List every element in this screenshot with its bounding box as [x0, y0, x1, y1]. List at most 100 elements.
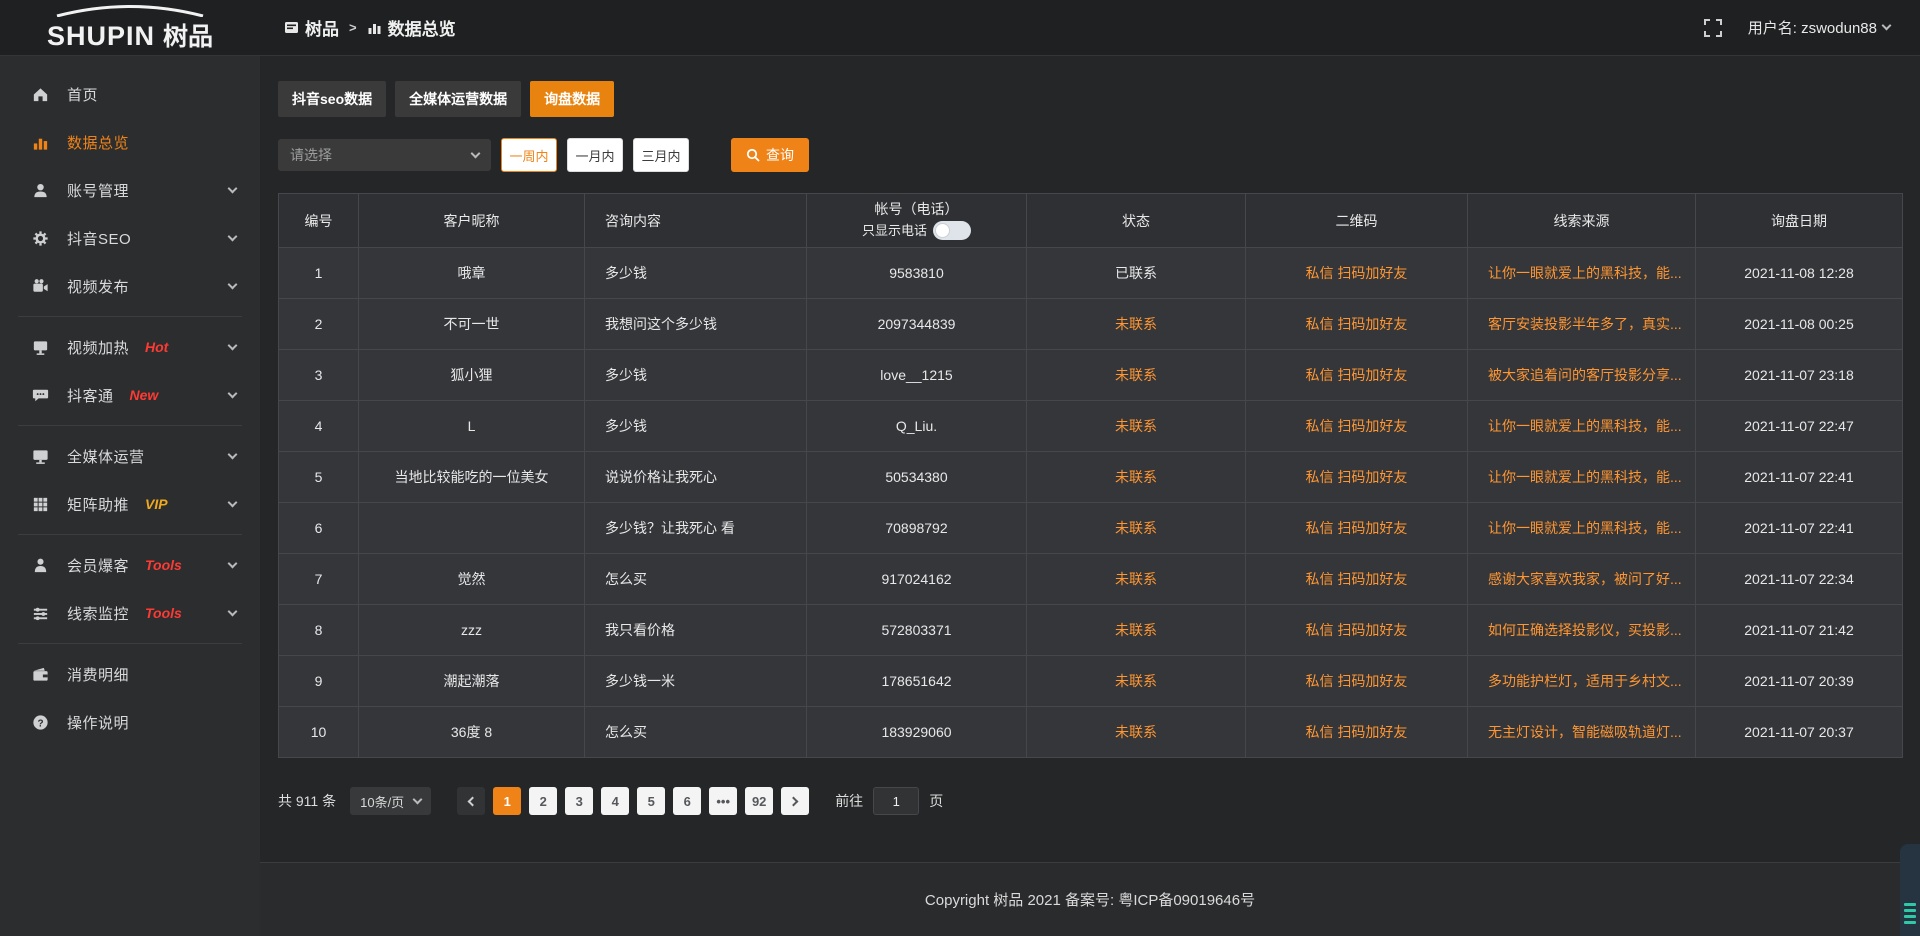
cell-account: 2097344839 [807, 299, 1027, 350]
sidebar-item-数据总览[interactable]: 数据总览 [0, 118, 260, 166]
sidebar-item-矩阵助推[interactable]: 矩阵助推VIP [0, 480, 260, 528]
sidebar-item-操作说明[interactable]: ?操作说明 [0, 698, 260, 746]
logo-text-cn: 树品 [163, 17, 213, 53]
cell-account: 178651642 [807, 656, 1027, 707]
cell-nickname: L [359, 401, 585, 452]
page-button-2[interactable]: 2 [529, 787, 557, 815]
chevron-down-icon [228, 340, 238, 350]
sidebar-item-全媒体运营[interactable]: 全媒体运营 [0, 432, 260, 480]
cell-qrcode[interactable]: 私信 扫码加好友 [1246, 299, 1468, 350]
sidebar-item-账号管理[interactable]: 账号管理 [0, 166, 260, 214]
period-button-三月内[interactable]: 三月内 [633, 138, 689, 172]
column-header-线索来源: 线索来源 [1468, 194, 1696, 248]
footer: Copyright 树品 2021 备案号: 粤ICP备09019646号 [260, 862, 1920, 936]
table-row: 3狐小狸多少钱love__1215未联系私信 扫码加好友被大家追着问的客厅投影分… [279, 350, 1903, 401]
chevron-down-icon [228, 558, 238, 568]
cell-id: 1 [279, 248, 359, 299]
cell-qrcode[interactable]: 私信 扫码加好友 [1246, 605, 1468, 656]
breadcrumb-label: 数据总览 [388, 15, 456, 40]
bar-chart-icon [30, 133, 50, 152]
chat-icon [30, 386, 50, 405]
person-icon [30, 556, 50, 575]
period-button-一月内[interactable]: 一月内 [567, 138, 623, 172]
page-button-6[interactable]: 6 [673, 787, 701, 815]
customer-service-widget[interactable] [1900, 844, 1920, 936]
breadcrumb-item-current[interactable]: 数据总览 [367, 15, 456, 40]
sidebar-item-label: 会员爆客 [67, 555, 129, 576]
user-icon [30, 181, 50, 200]
cell-qrcode[interactable]: 私信 扫码加好友 [1246, 248, 1468, 299]
page-button-4[interactable]: 4 [601, 787, 629, 815]
sidebar-item-会员爆客[interactable]: 会员爆客Tools [0, 541, 260, 589]
column-header-帐号（电话）: 帐号（电话）只显示电话 [807, 194, 1027, 248]
cell-content: 我想问这个多少钱 [585, 299, 807, 350]
page-button-1[interactable]: 1 [493, 787, 521, 815]
chevron-down-icon [228, 497, 238, 507]
cell-id: 3 [279, 350, 359, 401]
sidebar-item-线索监控[interactable]: 线索监控Tools [0, 589, 260, 637]
help-icon: ? [30, 713, 50, 732]
more-pages-button[interactable]: ••• [709, 787, 737, 815]
cell-source[interactable]: 如何正确选择投影仪，买投影... [1468, 605, 1696, 656]
bar-chart-icon [367, 20, 382, 35]
next-page-button[interactable] [781, 787, 809, 815]
main-area: 抖音seo数据全媒体运营数据询盘数据 请选择 一周内一月内三月内 查询 [260, 56, 1920, 936]
tab-抖音seo数据[interactable]: 抖音seo数据 [278, 81, 386, 117]
cell-content: 多少钱 [585, 350, 807, 401]
cell-qrcode[interactable]: 私信 扫码加好友 [1246, 350, 1468, 401]
period-button-一周内[interactable]: 一周内 [501, 138, 557, 172]
column-header-咨询内容: 咨询内容 [585, 194, 807, 248]
cell-qrcode[interactable]: 私信 扫码加好友 [1246, 707, 1468, 758]
prev-page-button[interactable] [457, 787, 485, 815]
cell-qrcode[interactable]: 私信 扫码加好友 [1246, 554, 1468, 605]
page-button-3[interactable]: 3 [565, 787, 593, 815]
table-row: 5当地比较能吃的一位美女说说价格让我死心50534380未联系私信 扫码加好友让… [279, 452, 1903, 503]
cell-source[interactable]: 让你一眼就爱上的黑科技，能... [1468, 452, 1696, 503]
cell-source[interactable]: 无主灯设计，智能磁吸轨道灯... [1468, 707, 1696, 758]
cell-qrcode[interactable]: 私信 扫码加好友 [1246, 503, 1468, 554]
tab-全媒体运营数据[interactable]: 全媒体运营数据 [395, 81, 521, 117]
sidebar-item-抖音SEO[interactable]: 抖音SEO [0, 214, 260, 262]
page-size-select[interactable]: 10条/页 [350, 787, 431, 815]
phone-only-toggle[interactable] [933, 221, 971, 240]
sidebar-item-抖客通[interactable]: 抖客通New [0, 371, 260, 419]
cell-date: 2021-11-07 22:41 [1696, 503, 1903, 554]
breadcrumb: 树品 > 数据总览 [284, 15, 456, 40]
cell-source[interactable]: 让你一眼就爱上的黑科技，能... [1468, 503, 1696, 554]
user-menu[interactable]: 用户名: zswodun88 [1748, 17, 1890, 38]
sidebar-item-视频加热[interactable]: 视频加热Hot [0, 323, 260, 371]
sidebar-item-首页[interactable]: 首页 [0, 70, 260, 118]
pagination-total: 共 911 条 [278, 791, 336, 811]
cell-qrcode[interactable]: 私信 扫码加好友 [1246, 452, 1468, 503]
cell-source[interactable]: 被大家追着问的客厅投影分享... [1468, 350, 1696, 401]
cell-source[interactable]: 多功能护栏灯，适用于乡村文... [1468, 656, 1696, 707]
cell-source[interactable]: 让你一眼就爱上的黑科技，能... [1468, 401, 1696, 452]
page-button-92[interactable]: 92 [745, 787, 773, 815]
table-row: 2不可一世我想问这个多少钱2097344839未联系私信 扫码加好友客厅安装投影… [279, 299, 1903, 350]
sidebar-item-视频发布[interactable]: 视频发布 [0, 262, 260, 310]
top-header: SHUPIN 树品 树品 > 数据总览 [0, 0, 1920, 56]
cell-date: 2021-11-07 22:47 [1696, 401, 1903, 452]
data-tabs: 抖音seo数据全媒体运营数据询盘数据 [278, 81, 1902, 117]
filter-select[interactable]: 请选择 [278, 139, 491, 171]
cell-content: 多少钱一米 [585, 656, 807, 707]
select-placeholder: 请选择 [290, 145, 332, 165]
sidebar-item-消费明细[interactable]: 消费明细 [0, 650, 260, 698]
pagination: 共 911 条 10条/页 123456•••92 前往 页 [278, 787, 1902, 815]
cell-source[interactable]: 感谢大家喜欢我家，被问了好... [1468, 554, 1696, 605]
table-body: 1哦章多少钱9583810已联系私信 扫码加好友让你一眼就爱上的黑科技，能...… [279, 248, 1903, 758]
cell-qrcode[interactable]: 私信 扫码加好友 [1246, 401, 1468, 452]
goto-page-input[interactable] [873, 787, 919, 815]
cell-date: 2021-11-07 21:42 [1696, 605, 1903, 656]
cell-source[interactable]: 客厅安装投影半年多了，真实... [1468, 299, 1696, 350]
search-button[interactable]: 查询 [731, 138, 809, 172]
fullscreen-icon[interactable] [1704, 19, 1722, 37]
sidebar-badge: Hot [145, 339, 168, 355]
cell-qrcode[interactable]: 私信 扫码加好友 [1246, 656, 1468, 707]
grid-icon [30, 495, 50, 514]
cell-date: 2021-11-07 20:39 [1696, 656, 1903, 707]
page-button-5[interactable]: 5 [637, 787, 665, 815]
cell-source[interactable]: 让你一眼就爱上的黑科技，能... [1468, 248, 1696, 299]
breadcrumb-item-home[interactable]: 树品 [284, 15, 339, 40]
tab-询盘数据[interactable]: 询盘数据 [530, 81, 614, 117]
